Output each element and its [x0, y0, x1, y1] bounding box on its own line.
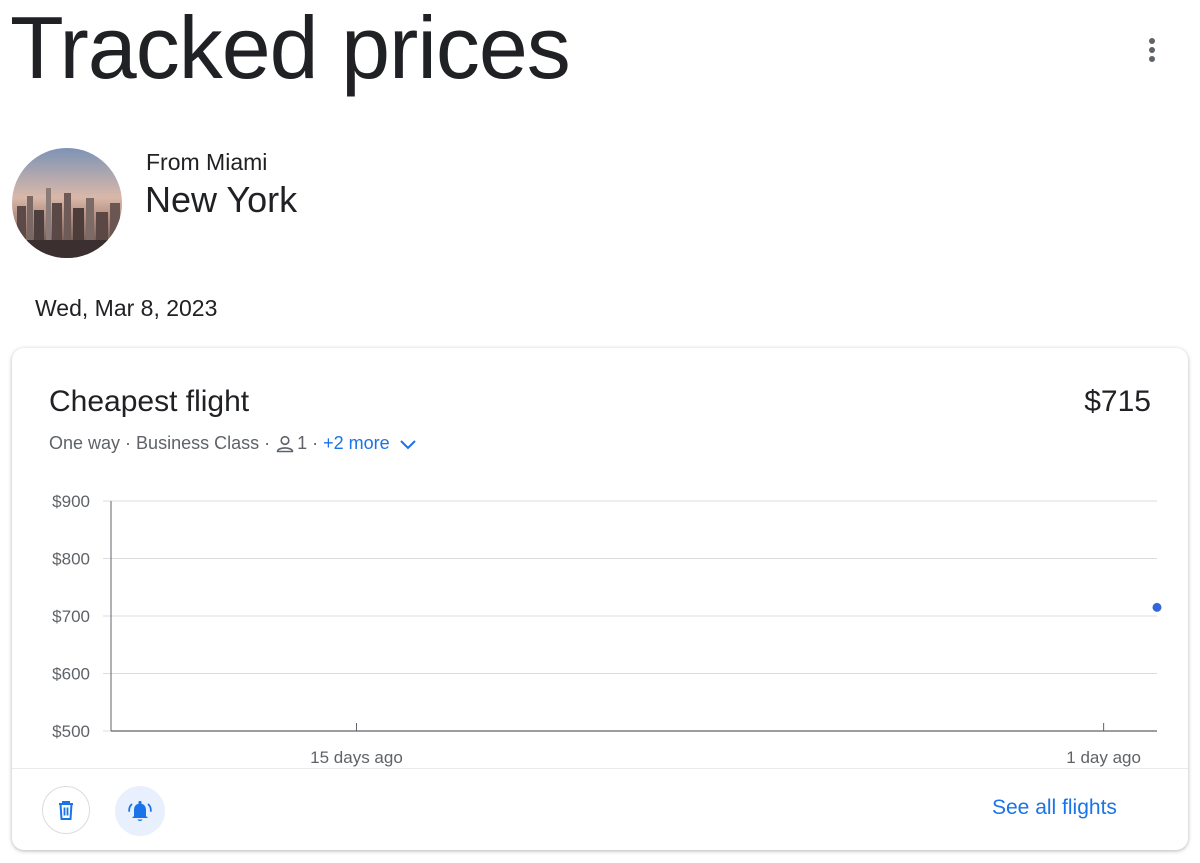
more-options-button[interactable] — [1134, 30, 1170, 70]
passenger-count: 1 — [297, 433, 308, 453]
separator: · — [125, 433, 132, 453]
y-tick-label: $700 — [52, 607, 90, 626]
separator: · — [312, 433, 319, 453]
page-title: Tracked prices — [10, 0, 571, 97]
y-tick-label: $900 — [52, 492, 90, 511]
y-tick-label: $600 — [52, 665, 90, 684]
cabin-class: Business Class — [136, 433, 260, 453]
more-vert-icon — [1149, 38, 1155, 62]
price-history-chart: $900 $800 $700 $600 $500 15 days ago 1 day ago — [52, 492, 1162, 767]
flight-options-summary: One way · Business Class · 1 · +2 more — [49, 433, 418, 454]
price-tracking-card: Cheapest flight $715 One way · Business … — [12, 348, 1188, 850]
trip-type: One way — [49, 433, 121, 453]
y-tick-label: $800 — [52, 550, 90, 569]
card-title: Cheapest flight — [49, 385, 250, 418]
card-divider — [12, 768, 1188, 769]
see-all-flights-link[interactable]: See all flights — [992, 796, 1117, 820]
delete-button[interactable] — [42, 786, 90, 834]
x-tick-label: 15 days ago — [310, 748, 403, 767]
notification-bell-icon — [128, 801, 152, 821]
more-options-link[interactable]: +2 more — [323, 433, 418, 454]
separator: · — [264, 433, 271, 453]
destination-label: New York — [145, 179, 298, 220]
cheapest-price: $715 — [1084, 385, 1151, 418]
person-icon — [275, 435, 295, 453]
x-tick-label: 1 day ago — [1066, 748, 1141, 767]
travel-date: Wed, Mar 8, 2023 — [35, 295, 218, 321]
chevron-down-icon — [399, 439, 416, 449]
price-point — [1152, 602, 1162, 612]
origin-label: From Miami — [146, 149, 268, 175]
destination-image — [12, 148, 122, 258]
price-alert-toggle[interactable] — [115, 786, 165, 836]
y-tick-label: $500 — [52, 722, 90, 741]
trash-icon — [59, 801, 73, 820]
more-options-label: +2 more — [323, 433, 390, 453]
